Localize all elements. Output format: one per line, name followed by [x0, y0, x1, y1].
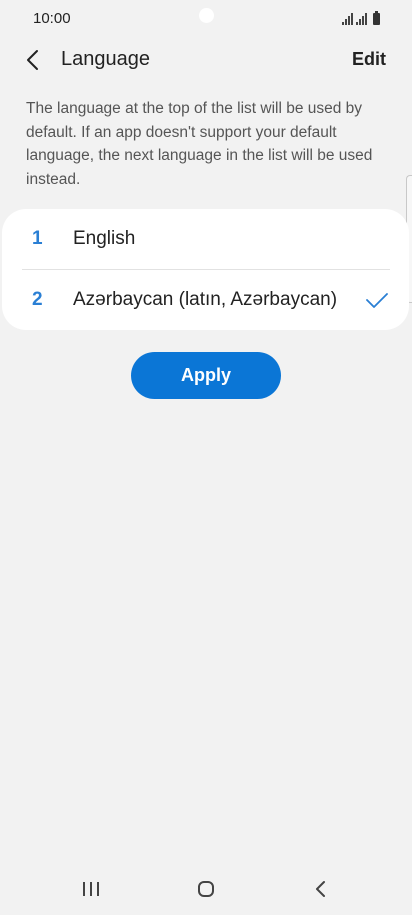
nav-back-button[interactable] [306, 874, 336, 904]
language-number: 1 [32, 228, 43, 249]
camera-cutout [199, 8, 214, 23]
recent-apps-button[interactable] [76, 874, 106, 904]
home-icon [198, 881, 214, 897]
app-header: Language Edit [0, 36, 412, 84]
apply-button[interactable]: Apply [131, 352, 281, 399]
navigation-bar [0, 860, 412, 915]
battery-icon [373, 11, 380, 25]
language-item-english[interactable]: 1 English [2, 209, 409, 269]
language-description: The language at the top of the list will… [26, 100, 373, 188]
page-title: Language [61, 48, 150, 70]
signal-icon [356, 13, 367, 25]
back-icon [316, 881, 325, 897]
signal-icon [342, 13, 353, 25]
chevron-left-icon [27, 50, 38, 70]
status-bar: 10:00 [0, 0, 412, 36]
recent-apps-icon [83, 882, 99, 896]
status-icons [342, 11, 380, 25]
language-number: 2 [32, 289, 43, 310]
language-name: English [73, 228, 136, 249]
edit-button[interactable]: Edit [352, 49, 386, 70]
status-time: 10:00 [33, 10, 71, 27]
language-name: Azərbaycan (latın, Azərbaycan) [73, 289, 338, 310]
home-button[interactable] [191, 874, 221, 904]
language-item-azerbaijani[interactable]: 2 Azərbaycan (latın, Azərbaycan) [2, 270, 409, 330]
language-screen: 10:00 Language Edit The language at the … [0, 0, 412, 915]
check-icon [366, 293, 388, 308]
back-button[interactable] [18, 46, 48, 76]
language-list: 1 English 2 Azərbaycan (latın, Azərbayca… [2, 209, 409, 330]
